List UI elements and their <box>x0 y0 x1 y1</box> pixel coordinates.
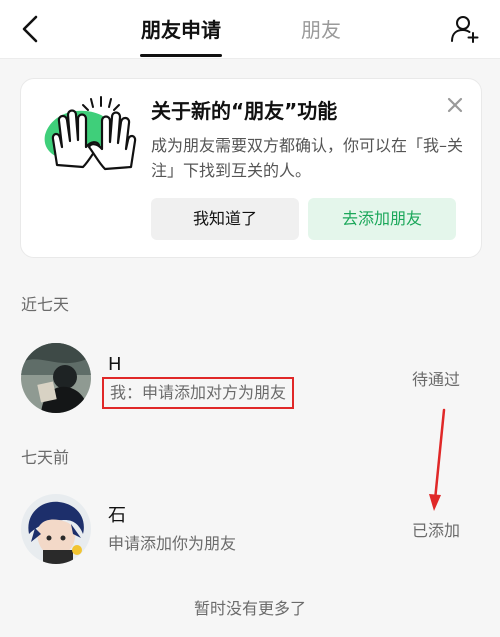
request-message: 申请添加你为朋友 <box>108 534 237 553</box>
notice-title: 关于新的“朋友”功能 <box>151 99 338 123</box>
new-friend-feature-notice: 关于新的“朋友”功能 成为朋友需要双方都确认，你可以在「我–关注」下找到互关的人… <box>20 78 482 258</box>
no-more-note: 暂时没有更多了 <box>193 599 306 618</box>
high-five-hands-icon <box>39 95 151 173</box>
section-label-older: 七天前 <box>21 448 70 467</box>
active-tab-indicator <box>140 54 222 57</box>
avatar[interactable] <box>21 494 91 564</box>
chevron-left-icon <box>22 15 38 43</box>
notice-description: 成为朋友需要双方都确认，你可以在「我–关注」下找到互关的人。 <box>151 136 464 180</box>
requester-name: H <box>108 354 122 375</box>
status-added: 已添加 <box>412 521 461 540</box>
notice-close-button[interactable] <box>443 93 467 117</box>
close-icon <box>447 97 463 113</box>
status-pending: 待通过 <box>412 370 461 389</box>
request-message: 我：申请添加对方为朋友 <box>102 377 295 409</box>
add-user-icon <box>451 16 479 43</box>
go-add-friend-button[interactable]: 去添加朋友 <box>308 198 456 240</box>
top-nav-bar: 朋友申请 朋友 <box>0 0 500 59</box>
tab-friend-requests[interactable]: 朋友申请 <box>140 14 222 46</box>
friend-requests-page: 朋友申请 朋友 关于新的“朋友”功能 成为朋友需要双方都确认，你可以在「我–关注… <box>0 0 500 637</box>
back-button[interactable] <box>14 12 46 46</box>
got-it-button[interactable]: 我知道了 <box>151 198 299 240</box>
requester-name: 石 <box>108 505 126 526</box>
add-friend-button[interactable] <box>448 12 482 46</box>
section-label-recent: 近七天 <box>21 295 70 314</box>
tab-friends[interactable]: 朋友 <box>299 14 343 46</box>
avatar[interactable] <box>21 343 91 413</box>
request-row-shi[interactable]: 石 申请添加你为朋友 已添加 <box>0 494 500 574</box>
